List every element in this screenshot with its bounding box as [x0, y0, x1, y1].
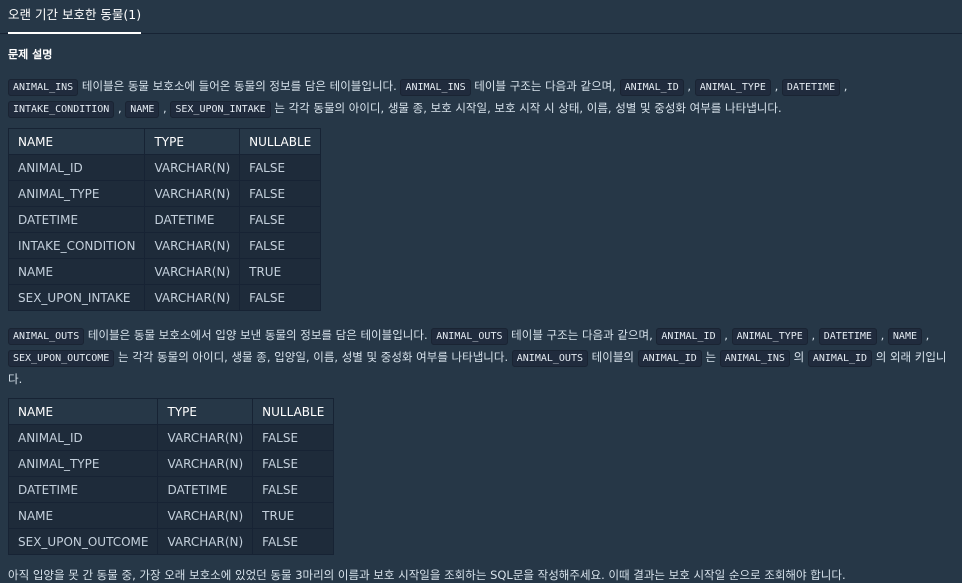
section-title: 문제 설명: [8, 48, 53, 61]
inline-code: ANIMAL_INS: [400, 79, 471, 96]
column-header: TYPE: [157, 398, 254, 425]
column-header: NULLABLE: [239, 128, 322, 155]
inline-code: NAME: [125, 101, 160, 118]
table-row: INTAKE_CONDITION VARCHAR(N) FALSE: [7, 232, 322, 259]
inline-code: ANIMAL_ID: [637, 350, 702, 367]
inline-code: ANIMAL_OUTS: [8, 328, 85, 345]
column-header: NAME: [7, 398, 159, 425]
task-description: 아직 입양을 못 간 동물 중, 가장 오래 보호소에 있었던 동물 3마리의 …: [8, 568, 846, 582]
inline-code: SEX_UPON_INTAKE: [170, 101, 271, 118]
tab-bar: 오랜 기간 보호한 동물(1): [0, 0, 962, 34]
table-row: ANIMAL_TYPE VARCHAR(N) FALSE: [7, 180, 322, 207]
column-header: NAME: [7, 128, 146, 155]
inline-code: ANIMAL_ID: [656, 328, 721, 345]
description-paragraph-1: ANIMAL_INS 테이블은 동물 보호소에 들어온 동물의 정보를 담은 테…: [8, 76, 954, 120]
table-row: ANIMAL_ID VARCHAR(N) FALSE: [7, 424, 335, 451]
animal-outs-table: NAME TYPE NULLABLE ANIMAL_ID VARCHAR(N) FA…: [7, 398, 335, 555]
table-row: DATETIME DATETIME FALSE: [7, 476, 335, 503]
column-header: TYPE: [144, 128, 241, 155]
inline-code: ANIMAL_OUTS: [511, 350, 588, 367]
inline-code: SEX_UPON_OUTCOME: [8, 350, 115, 367]
table-header-row: NAME TYPE NULLABLE: [7, 398, 335, 425]
table-row: DATETIME DATETIME FALSE: [7, 206, 322, 233]
tab-label: 오랜 기간 보호한 동물(1): [8, 7, 142, 22]
table-row: SEX_UPON_INTAKE VARCHAR(N) FALSE: [7, 284, 322, 311]
table-row: ANIMAL_TYPE VARCHAR(N) FALSE: [7, 450, 335, 477]
inline-code: NAME: [887, 328, 922, 345]
inline-code: ANIMAL_OUTS: [431, 328, 508, 345]
inline-code: DATETIME: [781, 79, 841, 96]
inline-code: ANIMAL_ID: [619, 79, 684, 96]
table-row: SEX_UPON_OUTCOME VARCHAR(N) FALSE: [7, 528, 335, 555]
inline-code: ANIMAL_TYPE: [731, 328, 808, 345]
table-row: NAME VARCHAR(N) TRUE: [7, 502, 335, 529]
inline-code: ANIMAL_INS: [8, 79, 79, 96]
inline-code: ANIMAL_ID: [807, 350, 873, 367]
table-row: ANIMAL_ID VARCHAR(N) FALSE: [7, 154, 322, 181]
problem-content: 문제 설명 ANIMAL_INS 테이블은 동물 보호소에 들어온 동물의 정보…: [7, 34, 954, 583]
tab-problem[interactable]: 오랜 기간 보호한 동물(1): [8, 0, 142, 34]
animal-ins-table: NAME TYPE NULLABLE ANIMAL_ID VARCHAR(N) FA…: [7, 128, 322, 311]
column-header: NULLABLE: [252, 398, 335, 425]
inline-code: ANIMAL_TYPE: [694, 79, 771, 96]
description-paragraph-2: ANIMAL_OUTS 테이블은 동물 보호소에서 입양 보낸 동물의 정보를 …: [8, 328, 947, 386]
inline-code: INTAKE_CONDITION: [8, 101, 115, 118]
inline-code: ANIMAL_INS: [719, 350, 790, 367]
table-header-row: NAME TYPE NULLABLE: [7, 128, 322, 155]
table-row: NAME VARCHAR(N) TRUE: [7, 258, 322, 285]
inline-code: DATETIME: [818, 328, 877, 345]
